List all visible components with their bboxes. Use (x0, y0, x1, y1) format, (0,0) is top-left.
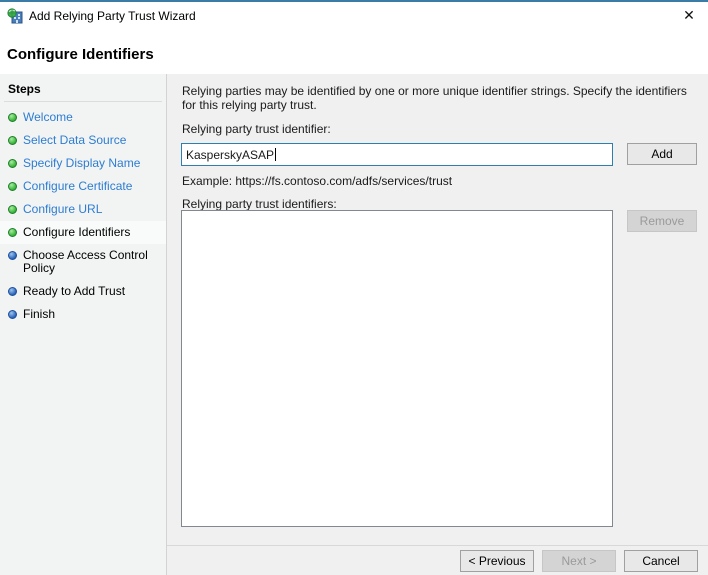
step-done-bullet-icon (8, 136, 17, 145)
step-specify-display-name: Specify Display Name (0, 152, 166, 175)
window-title: Add Relying Party Trust Wizard (29, 9, 196, 23)
step-choose-access-control-policy: Choose Access Control Policy (0, 244, 166, 280)
text-caret (275, 148, 276, 161)
content-pane: Relying parties may be identified by one… (167, 74, 708, 575)
step-current-bullet-icon (8, 228, 17, 237)
next-button[interactable]: Next > (542, 550, 616, 572)
remove-button[interactable]: Remove (627, 210, 697, 232)
step-label: Welcome (23, 111, 73, 124)
step-label: Configure Certificate (23, 180, 132, 193)
adfs-wizard-icon (7, 8, 23, 24)
step-select-data-source: Select Data Source (0, 129, 166, 152)
step-configure-identifiers: Configure Identifiers (0, 221, 166, 244)
identifier-field-label: Relying party trust identifier: (182, 122, 331, 136)
wizard-window: Add Relying Party Trust Wizard ✕ Configu… (0, 0, 708, 575)
step-done-bullet-icon (8, 205, 17, 214)
step-upcoming-bullet-icon (8, 251, 17, 260)
step-upcoming-bullet-icon (8, 287, 17, 296)
steps-sidebar: Steps Welcome Select Data Source Specify… (0, 74, 167, 575)
previous-button[interactable]: < Previous (460, 550, 534, 572)
footer-divider (167, 545, 708, 546)
step-label: Choose Access Control Policy (23, 249, 158, 275)
step-label: Finish (23, 308, 55, 321)
window-chrome: Add Relying Party Trust Wizard ✕ Configu… (0, 2, 708, 74)
steps-heading: Steps (4, 74, 162, 102)
step-label: Configure Identifiers (23, 226, 130, 239)
step-done-bullet-icon (8, 113, 17, 122)
steps-list: Welcome Select Data Source Specify Displ… (0, 102, 166, 326)
step-label: Ready to Add Trust (23, 285, 125, 298)
close-icon[interactable]: ✕ (676, 4, 702, 26)
intro-text: Relying parties may be identified by one… (182, 84, 698, 112)
step-ready-to-add-trust: Ready to Add Trust (0, 280, 166, 303)
identifier-input-value: KasperskyASAP (186, 148, 274, 162)
step-label: Configure URL (23, 203, 102, 216)
step-finish: Finish (0, 303, 166, 326)
example-text: Example: https://fs.contoso.com/adfs/ser… (182, 174, 452, 188)
titlebar[interactable]: Add Relying Party Trust Wizard ✕ (0, 2, 708, 30)
step-done-bullet-icon (8, 159, 17, 168)
step-welcome: Welcome (0, 106, 166, 129)
step-label: Select Data Source (23, 134, 126, 147)
identifier-input[interactable]: KasperskyASAP (181, 143, 613, 166)
add-button[interactable]: Add (627, 143, 697, 165)
step-upcoming-bullet-icon (8, 310, 17, 319)
step-configure-url: Configure URL (0, 198, 166, 221)
step-done-bullet-icon (8, 182, 17, 191)
step-configure-certificate: Configure Certificate (0, 175, 166, 198)
step-label: Specify Display Name (23, 157, 140, 170)
cancel-button[interactable]: Cancel (624, 550, 698, 572)
identifiers-list-label: Relying party trust identifiers: (182, 197, 337, 211)
page-title: Configure Identifiers (7, 46, 154, 63)
identifiers-listbox[interactable] (181, 210, 613, 527)
